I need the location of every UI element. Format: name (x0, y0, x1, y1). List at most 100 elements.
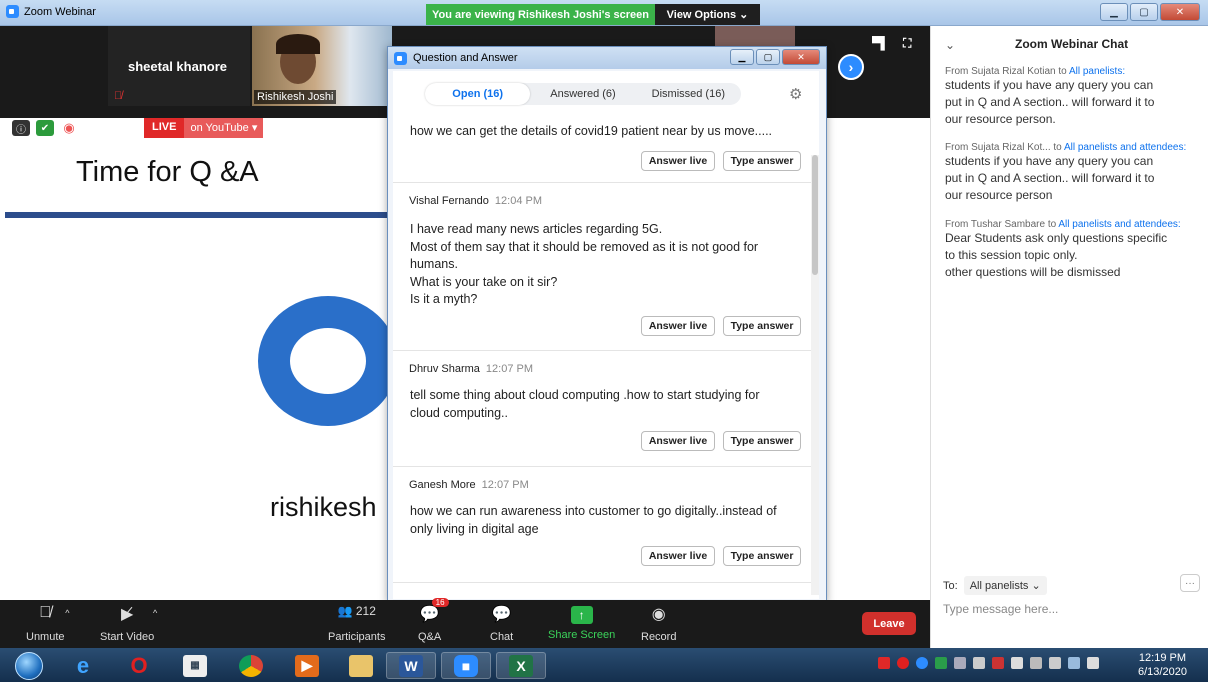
answer-live-button[interactable]: Answer live (641, 546, 715, 566)
close-icon[interactable]: ✕ (1160, 3, 1200, 21)
recipient-select[interactable]: All panelists ⌄ (963, 576, 1047, 595)
next-page-arrow-icon[interactable]: › (838, 54, 864, 80)
tab-dismissed[interactable]: Dismissed (16) (636, 83, 741, 105)
chat-message: From Sujata Rizal Kotian to All panelist… (945, 66, 1201, 128)
tray-app-icon[interactable] (878, 657, 890, 669)
slide-divider (5, 212, 390, 218)
chat-input[interactable]: Type message here... (943, 602, 1058, 616)
chat-title: Zoom Webinar Chat (1015, 37, 1129, 51)
participant-name: sheetal khanore (128, 59, 227, 74)
tray-app-icon[interactable] (935, 657, 947, 669)
taskbar-excel[interactable]: X (496, 652, 546, 679)
clock-date: 6/13/2020 (1138, 666, 1187, 678)
meeting-toolbar: 🎙̸ ^ Unmute ▶̸ ^ Start Video 👥 212 Partici… (0, 598, 930, 648)
network-icon[interactable] (973, 657, 985, 669)
chat-label: Chat (490, 631, 514, 643)
gear-icon[interactable]: ⚙ (789, 85, 802, 103)
display-icon[interactable] (1030, 657, 1042, 669)
participants-button[interactable]: 👥 212 Participants (328, 604, 385, 643)
system-clock[interactable]: 12:19 PM 6/13/2020 (1138, 651, 1187, 679)
qa-body: Open (16) Answered (6) Dismissed (16) ⚙ … (393, 71, 819, 599)
chat-message: From Tushar Sambare to All panelists and… (945, 219, 1201, 281)
type-answer-button[interactable]: Type answer (723, 151, 801, 171)
chat-button[interactable]: 💬 Chat (490, 604, 513, 643)
layout-icon[interactable]: ▀▌ (872, 36, 889, 51)
bluetooth-icon[interactable] (1068, 657, 1080, 669)
participant-name: Rishikesh Joshi (254, 90, 337, 104)
message-sender: From Sujata Rizal Kotian to All panelist… (945, 66, 1201, 77)
live-stream-badge[interactable]: LIVE on YouTube ▾ (144, 118, 264, 138)
qa-scrollbar-thumb[interactable] (812, 155, 818, 275)
more-options-icon[interactable]: ··· (1180, 574, 1200, 592)
flag-icon[interactable] (992, 657, 1004, 669)
question-time: 12:04 PM (494, 195, 542, 207)
share-screen-icon: ↑ (570, 606, 593, 624)
maximize-icon[interactable]: ▢ (1130, 3, 1158, 21)
answer-live-button[interactable]: Answer live (641, 431, 715, 451)
taskbar-zoom[interactable]: ■ (441, 652, 491, 679)
taskbar-ie[interactable]: e (58, 652, 108, 679)
video-tile-sheetal[interactable]: sheetal khanore 🎙̸ (108, 26, 250, 106)
question-time: 12:07 PM (481, 479, 529, 491)
volume-icon[interactable] (1087, 657, 1099, 669)
video-tile-rishikesh[interactable]: Rishikesh Joshi (252, 26, 392, 106)
window-title: Zoom Webinar (24, 5, 96, 18)
taskbar-media[interactable]: ▶ (282, 652, 332, 679)
record-button[interactable]: ◉ Record (641, 604, 676, 643)
taskbar-explorer[interactable] (336, 652, 386, 679)
question-author: Dhruv Sharma 12:07 PM (409, 363, 533, 375)
type-answer-button[interactable]: Type answer (723, 316, 801, 336)
share-screen-button[interactable]: ↑ Share Screen (548, 604, 615, 641)
minimize-icon[interactable]: ▁ (730, 49, 754, 65)
sender-text: From Sujata Rizal Kot... to (945, 142, 1064, 153)
author-name: Ganesh More (409, 479, 476, 491)
fullscreen-icon[interactable]: ⛶ (903, 36, 911, 51)
taskbar-app[interactable]: ▦ (170, 652, 220, 679)
zoom-tray-icon[interactable] (916, 657, 928, 669)
start-video-label: Start Video (100, 631, 155, 643)
wireless-icon[interactable] (1049, 657, 1061, 669)
muted-mic-icon: 🎙̸ ^ (39, 604, 70, 621)
power-icon[interactable] (1011, 657, 1023, 669)
type-answer-button[interactable]: Type answer (723, 431, 801, 451)
start-video-button[interactable]: ▶̸ ^ Start Video (100, 604, 157, 643)
zoom-logo-icon (394, 51, 407, 65)
windows-taskbar: e O ▦ ▶ W ■ X 12:19 PM 6/13/2020 (0, 648, 1208, 682)
signal-icon[interactable] (954, 657, 966, 669)
shield-icon[interactable]: ✔ (36, 120, 54, 136)
answer-live-button[interactable]: Answer live (641, 316, 715, 336)
question-time: 12:07 PM (485, 363, 534, 375)
maximize-icon[interactable]: ▢ (756, 49, 780, 65)
windows-start-icon (15, 651, 43, 680)
type-answer-button[interactable]: Type answer (723, 546, 801, 566)
recipient-text: All panelists: (1068, 66, 1126, 77)
minimize-icon[interactable]: ▁ (1100, 3, 1128, 21)
qa-window: Question and Answer ▁ ▢ ✕ Open (16) Answ… (387, 46, 827, 602)
app-title: Zoom Webinar (6, 5, 96, 18)
info-icon[interactable]: ⓘ (12, 120, 30, 136)
slide-presenter-text: rishikesh (270, 492, 377, 522)
qa-count-badge: 16 (431, 598, 449, 607)
view-options-button[interactable]: View Options ⌄ (655, 4, 760, 25)
ie-icon: e (76, 652, 90, 678)
qa-label: Q&A (418, 631, 442, 643)
qa-window-title: Question and Answer (413, 52, 518, 64)
tab-open[interactable]: Open (16) (425, 83, 531, 105)
question-item: how we can get the details of covid19 pa… (393, 115, 811, 183)
answer-live-button[interactable]: Answer live (641, 151, 715, 171)
participants-icon: 👥 212 (337, 604, 376, 618)
opera-tray-icon[interactable] (897, 657, 909, 669)
participant-count: 212 (355, 604, 376, 618)
leave-button[interactable]: Leave (862, 612, 916, 635)
window-titlebar: Zoom Webinar You are viewing Rishikesh J… (0, 0, 1208, 26)
tab-answered[interactable]: Answered (6) (530, 83, 635, 105)
clock-time: 12:19 PM (1138, 652, 1187, 664)
qa-button[interactable]: 💬 16 Q&A (418, 598, 449, 643)
unmute-button[interactable]: 🎙̸ ^ Unmute (26, 604, 70, 643)
chevron-down-icon[interactable]: ⌄ (945, 38, 955, 52)
taskbar-opera[interactable]: O (114, 652, 164, 679)
close-icon[interactable]: ✕ (782, 49, 820, 65)
start-button[interactable] (4, 651, 54, 680)
taskbar-chrome[interactable] (226, 652, 276, 679)
taskbar-word[interactable]: W (386, 652, 436, 679)
